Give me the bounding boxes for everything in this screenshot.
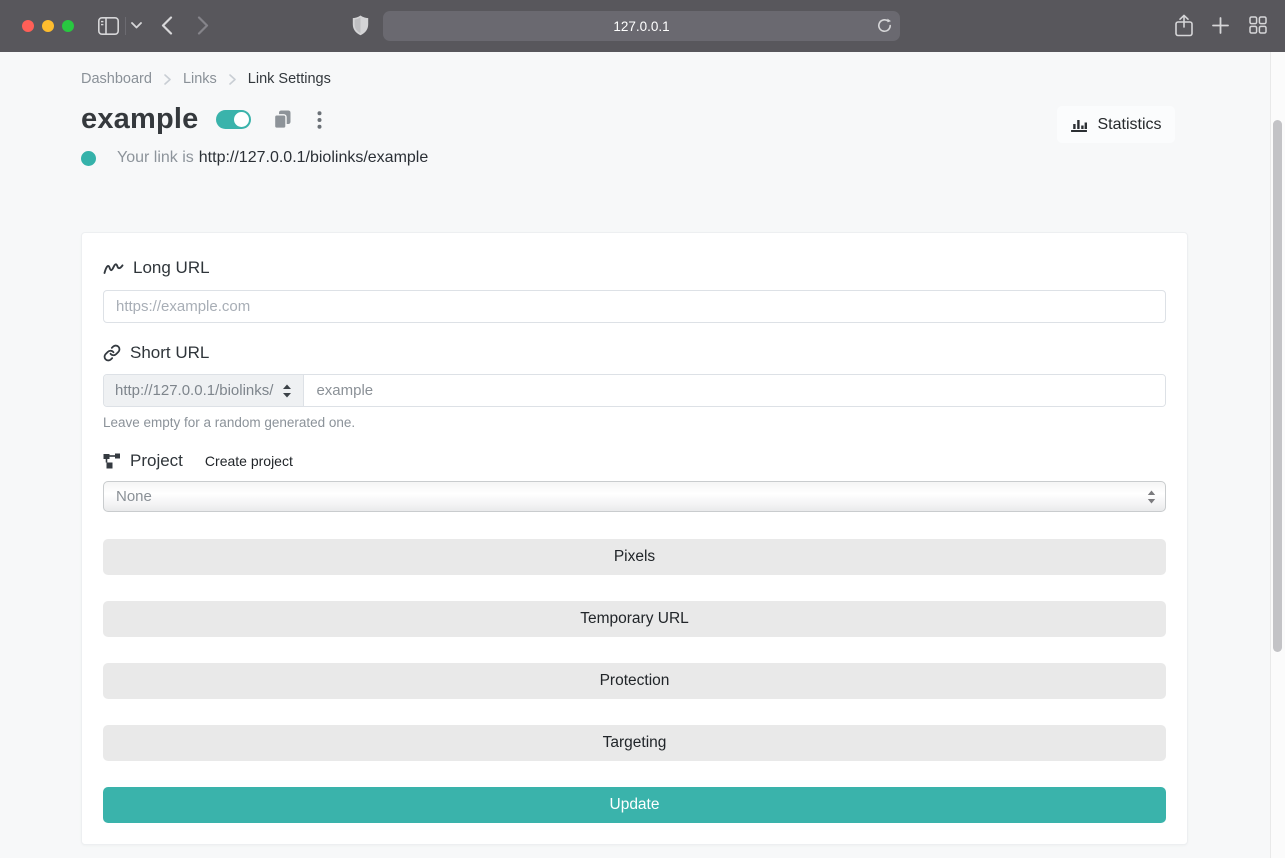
short-url-group: http://127.0.0.1/biolinks/: [103, 374, 1166, 407]
link-status-label: Your link is: [117, 149, 194, 166]
more-options-icon[interactable]: [317, 110, 322, 129]
page-header: example: [81, 103, 322, 136]
short-url-domain-value: http://127.0.0.1/biolinks/: [115, 382, 274, 399]
pixels-section-button[interactable]: Pixels: [103, 539, 1166, 575]
link-settings-card: Long URL Short URL http://127.0.0.1/biol…: [81, 232, 1188, 845]
short-url-label-row: Short URL: [103, 343, 1166, 363]
link-enabled-toggle[interactable]: [216, 110, 252, 129]
project-label-row: Project Create project: [103, 451, 1166, 471]
reload-icon[interactable]: [877, 18, 892, 36]
short-url-input[interactable]: [304, 375, 1165, 406]
forward-icon[interactable]: [197, 16, 209, 35]
breadcrumb-dashboard[interactable]: Dashboard: [81, 71, 152, 87]
targeting-section-button[interactable]: Targeting: [103, 725, 1166, 761]
zoom-window-button[interactable]: [62, 20, 74, 32]
close-window-button[interactable]: [22, 20, 34, 32]
breadcrumb-links[interactable]: Links: [183, 71, 217, 87]
back-icon[interactable]: [161, 16, 173, 35]
long-url-label-row: Long URL: [103, 258, 1166, 278]
breadcrumb-chevron-icon: [164, 73, 171, 85]
update-button[interactable]: Update: [103, 787, 1166, 823]
long-url-label: Long URL: [133, 258, 210, 277]
project-select-value: None: [116, 488, 152, 505]
project-label: Project: [130, 451, 183, 470]
address-bar-url: 127.0.0.1: [613, 18, 670, 34]
status-dot: [81, 150, 96, 166]
long-url-input[interactable]: [103, 290, 1166, 323]
project-icon: [103, 453, 120, 469]
link-icon: [103, 344, 121, 362]
statistics-button-label: Statistics: [1097, 115, 1162, 133]
project-select[interactable]: None: [103, 481, 1166, 512]
privacy-shield-icon[interactable]: [352, 15, 369, 36]
squiggle-icon: [103, 262, 124, 274]
sidebar-toggle-icon[interactable]: [98, 17, 119, 35]
select-updown-arrows-icon: [1147, 490, 1156, 504]
toggle-knob: [234, 112, 250, 127]
browser-toolbar: 127.0.0.1: [0, 0, 1285, 52]
breadcrumb-chevron-icon: [228, 73, 236, 85]
short-url-domain-select[interactable]: http://127.0.0.1/biolinks/: [104, 375, 305, 406]
new-tab-plus-icon[interactable]: [1212, 17, 1229, 34]
minimize-window-button[interactable]: [42, 20, 54, 32]
scrollbar-track[interactable]: [1270, 52, 1285, 858]
window-controls: [22, 20, 74, 32]
select-updown-arrows-icon: [283, 384, 292, 397]
share-icon[interactable]: [1175, 14, 1193, 37]
public-link-url[interactable]: http://127.0.0.1/biolinks/example: [199, 149, 428, 167]
bar-chart-icon: [1071, 119, 1088, 132]
short-url-help-text: Leave empty for a random generated one.: [103, 415, 356, 430]
breadcrumb-link-settings: Link Settings: [247, 71, 331, 87]
tab-overview-grid-icon[interactable]: [1249, 16, 1267, 34]
breadcrumb: Dashboard Links Link Settings: [81, 71, 331, 87]
scrollbar-thumb[interactable]: [1273, 120, 1282, 652]
short-url-label: Short URL: [130, 343, 210, 362]
toolbar-divider: [125, 17, 126, 35]
statistics-button[interactable]: Statistics: [1057, 106, 1175, 143]
protection-section-button[interactable]: Protection: [103, 663, 1166, 699]
temporary-url-section-button[interactable]: Temporary URL: [103, 601, 1166, 637]
address-bar[interactable]: 127.0.0.1: [383, 11, 900, 41]
sidebar-chevron-down-icon[interactable]: [131, 22, 142, 29]
copy-link-icon[interactable]: [274, 110, 291, 129]
page-title: example: [81, 103, 199, 135]
create-project-link[interactable]: Create project: [205, 453, 293, 469]
link-status-row: Your link is http://127.0.0.1/biolinks/e…: [81, 149, 428, 167]
